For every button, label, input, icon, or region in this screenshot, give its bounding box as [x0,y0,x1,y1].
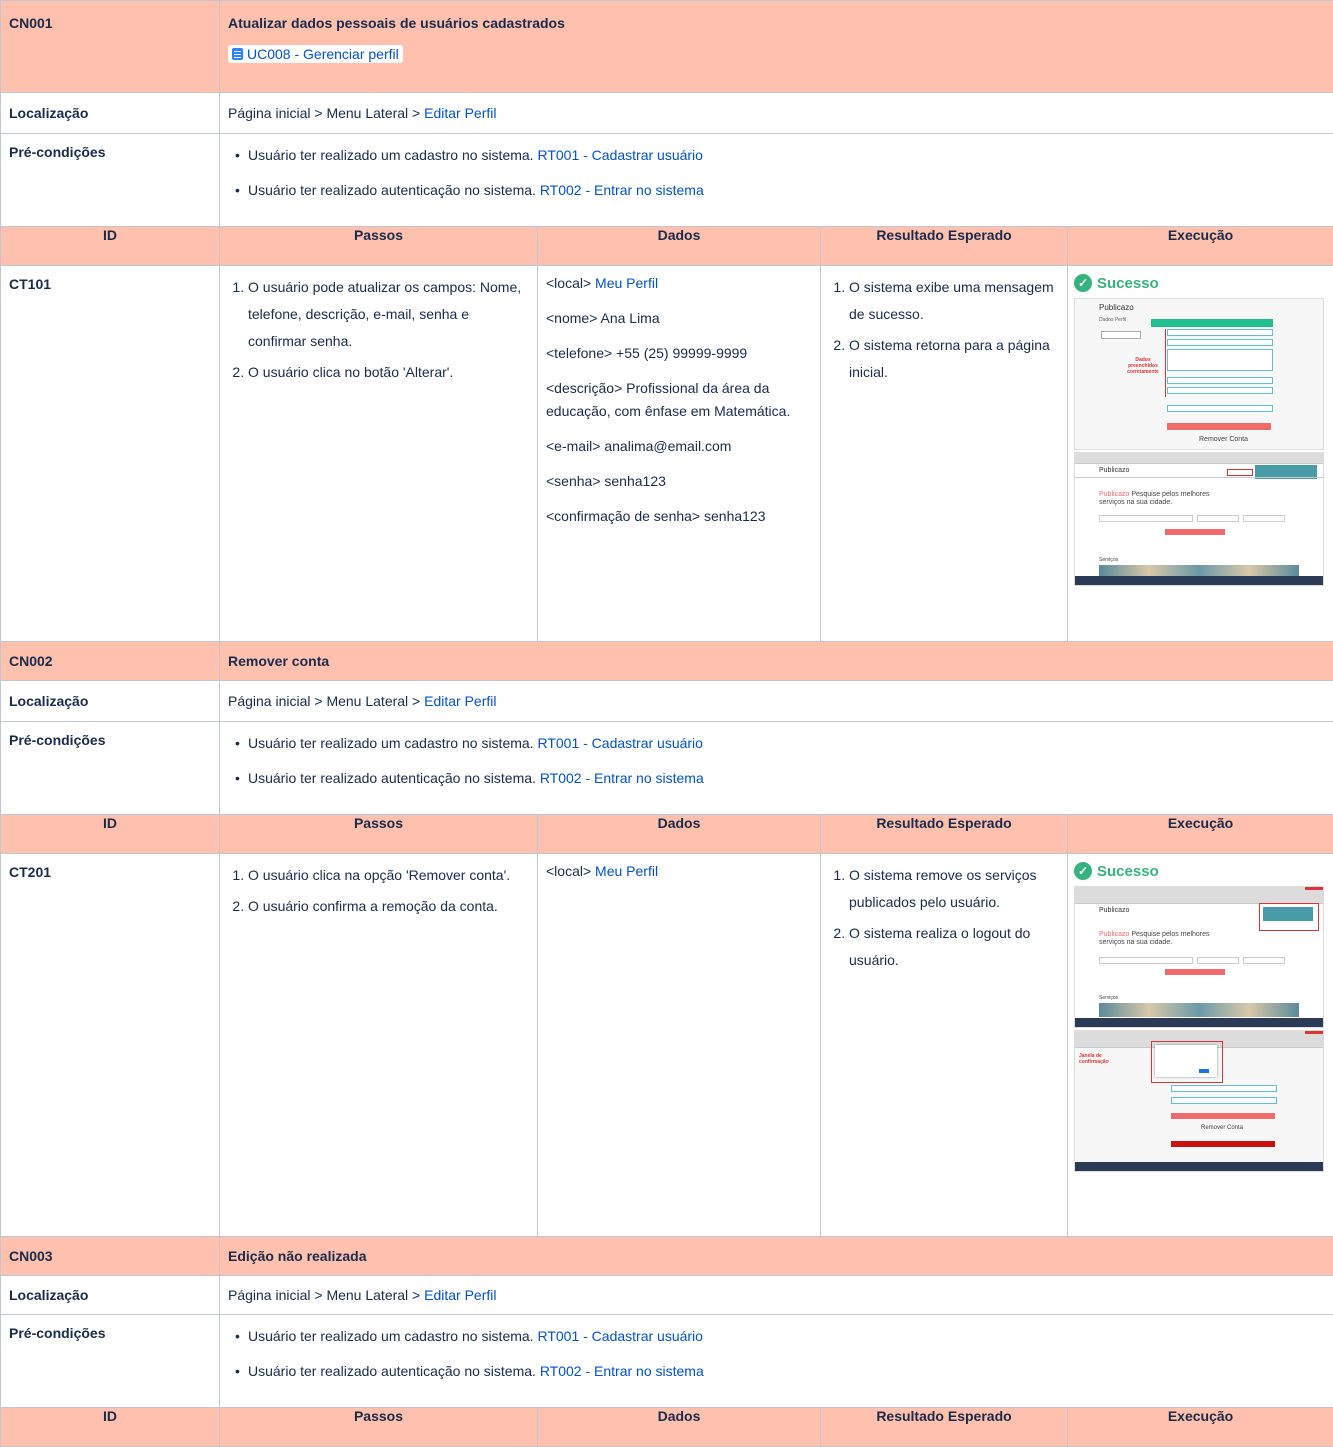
execution-screenshot[interactable]: Publicazo Publicazo Pesquise pelos melho… [1074,452,1324,586]
steps-list: O usuário clica na opção 'Remover conta'… [228,862,529,920]
precondition-item: Usuário ter realizado autenticação no si… [248,761,1325,796]
status-success: ✓Sucesso [1074,274,1327,292]
col-id: ID [1,815,220,854]
rt001-link[interactable]: RT001 - Cadastrar usuário [537,1328,702,1344]
data-item: <nome> Ana Lima [546,307,812,330]
expected-item: O sistema exibe uma mensagem de sucesso. [849,274,1059,328]
case-header-row: CN001 Atualizar dados pessoais de usuári… [1,1,1333,93]
case-title: Remover conta [220,642,1333,681]
precondition-item: Usuário ter realizado um cadastro no sis… [248,138,1325,173]
data-item: <local> Meu Perfil [546,272,812,295]
expected-item: O sistema realiza o logout do usuário. [849,920,1059,974]
test-row: CT201 O usuário clica na opção 'Remover … [1,854,1333,1237]
edit-profile-link[interactable]: Editar Perfil [424,105,496,121]
edit-profile-link[interactable]: Editar Perfil [424,1287,496,1303]
case-code: CN002 [1,642,220,681]
usecase-link[interactable]: UC008 - Gerenciar perfil [228,45,403,63]
expected-list: O sistema exibe uma mensagem de sucesso.… [829,274,1059,386]
col-id: ID [1,227,220,266]
col-expected: Resultado Esperado [821,227,1068,266]
case-title: Atualizar dados pessoais de usuários cad… [228,15,1325,31]
data-item: <confirmação de senha> senha123 [546,505,812,528]
test-row: CT101 O usuário pode atualizar os campos… [1,266,1333,642]
precondition-item: Usuário ter realizado um cadastro no sis… [248,726,1325,761]
preconditions-label: Pré-condições [1,722,220,815]
usecase-link-label: UC008 - Gerenciar perfil [247,46,399,62]
execution-screenshot[interactable]: Publicazo Dados Perfil Dados preenchidos… [1074,298,1324,450]
location-row: Localização Página inicial > Menu Latera… [1,681,1333,722]
data-item: <senha> senha123 [546,470,812,493]
case-title: Edição não realizada [220,1237,1333,1276]
precondition-item: Usuário ter realizado autenticação no si… [248,1354,1325,1389]
location-label: Localização [1,1276,220,1315]
expected-item: O sistema retorna para a página inicial. [849,332,1059,386]
data-item: <local> Meu Perfil [546,860,812,883]
meu-perfil-link[interactable]: Meu Perfil [595,275,658,291]
test-id: CT101 [1,266,220,642]
col-data: Dados [538,227,821,266]
location-row: Localização Página inicial > Menu Latera… [1,1276,1333,1315]
meu-perfil-link[interactable]: Meu Perfil [595,863,658,879]
preconditions-row: Pré-condições Usuário ter realizado um c… [1,1315,1333,1408]
preconditions-row: Pré-condições Usuário ter realizado um c… [1,722,1333,815]
data-item: <descrição> Profissional da área da educ… [546,377,812,423]
data-item: <telefone> +55 (25) 99999-9999 [546,342,812,365]
expected-list: O sistema remove os serviços publicados … [829,862,1059,974]
col-id: ID [1,1408,220,1447]
expected-item: O sistema remove os serviços publicados … [849,862,1059,916]
case-code: CN001 [1,1,220,93]
execution-screenshot[interactable]: Publicazo Publicazo Pesquise pelos melho… [1074,886,1324,1028]
case-code: CN003 [1,1237,220,1276]
status-success: ✓Sucesso [1074,862,1327,880]
step-item: O usuário confirma a remoção da conta. [248,893,529,920]
rt001-link[interactable]: RT001 - Cadastrar usuário [537,735,702,751]
precondition-item: Usuário ter realizado um cadastro no sis… [248,1319,1325,1354]
col-expected: Resultado Esperado [821,1408,1068,1447]
col-steps: Passos [220,815,538,854]
test-cases-table: CN001 Atualizar dados pessoais de usuári… [0,0,1333,1447]
preconditions-row: Pré-condições Usuário ter realizado um c… [1,134,1333,227]
col-steps: Passos [220,227,538,266]
step-item: O usuário clica na opção 'Remover conta'… [248,862,529,889]
rt002-link[interactable]: RT002 - Entrar no sistema [540,182,704,198]
check-circle-icon: ✓ [1074,862,1092,880]
rt002-link[interactable]: RT002 - Entrar no sistema [540,1363,704,1379]
col-data: Dados [538,1408,821,1447]
col-expected: Resultado Esperado [821,815,1068,854]
location-label: Localização [1,93,220,134]
location-row: Localização Página inicial > Menu Latera… [1,93,1333,134]
column-header-row: ID Passos Dados Resultado Esperado Execu… [1,1408,1333,1447]
edit-profile-link[interactable]: Editar Perfil [424,693,496,709]
location-path: Página inicial > Menu Lateral > [228,1287,424,1303]
case-header-row: CN003 Edição não realizada [1,1237,1333,1276]
check-circle-icon: ✓ [1074,274,1092,292]
data-item: <e-mail> analima@email.com [546,435,812,458]
col-exec: Execução [1068,815,1333,854]
col-exec: Execução [1068,227,1333,266]
steps-list: O usuário pode atualizar os campos: Nome… [228,274,529,386]
preconditions-label: Pré-condições [1,134,220,227]
precondition-item: Usuário ter realizado autenticação no si… [248,173,1325,208]
document-icon [232,48,243,60]
location-label: Localização [1,681,220,722]
rt002-link[interactable]: RT002 - Entrar no sistema [540,770,704,786]
execution-screenshot[interactable]: Janela de confirmação Remover Conta [1074,1030,1324,1172]
location-path: Página inicial > Menu Lateral > [228,693,424,709]
col-data: Dados [538,815,821,854]
step-item: O usuário pode atualizar os campos: Nome… [248,274,529,355]
preconditions-label: Pré-condições [1,1315,220,1408]
column-header-row: ID Passos Dados Resultado Esperado Execu… [1,815,1333,854]
test-id: CT201 [1,854,220,1237]
rt001-link[interactable]: RT001 - Cadastrar usuário [537,147,702,163]
col-steps: Passos [220,1408,538,1447]
step-item: O usuário clica no botão 'Alterar'. [248,359,529,386]
location-path: Página inicial > Menu Lateral > [228,105,424,121]
col-exec: Execução [1068,1408,1333,1447]
case-header-row: CN002 Remover conta [1,642,1333,681]
column-header-row: ID Passos Dados Resultado Esperado Execu… [1,227,1333,266]
